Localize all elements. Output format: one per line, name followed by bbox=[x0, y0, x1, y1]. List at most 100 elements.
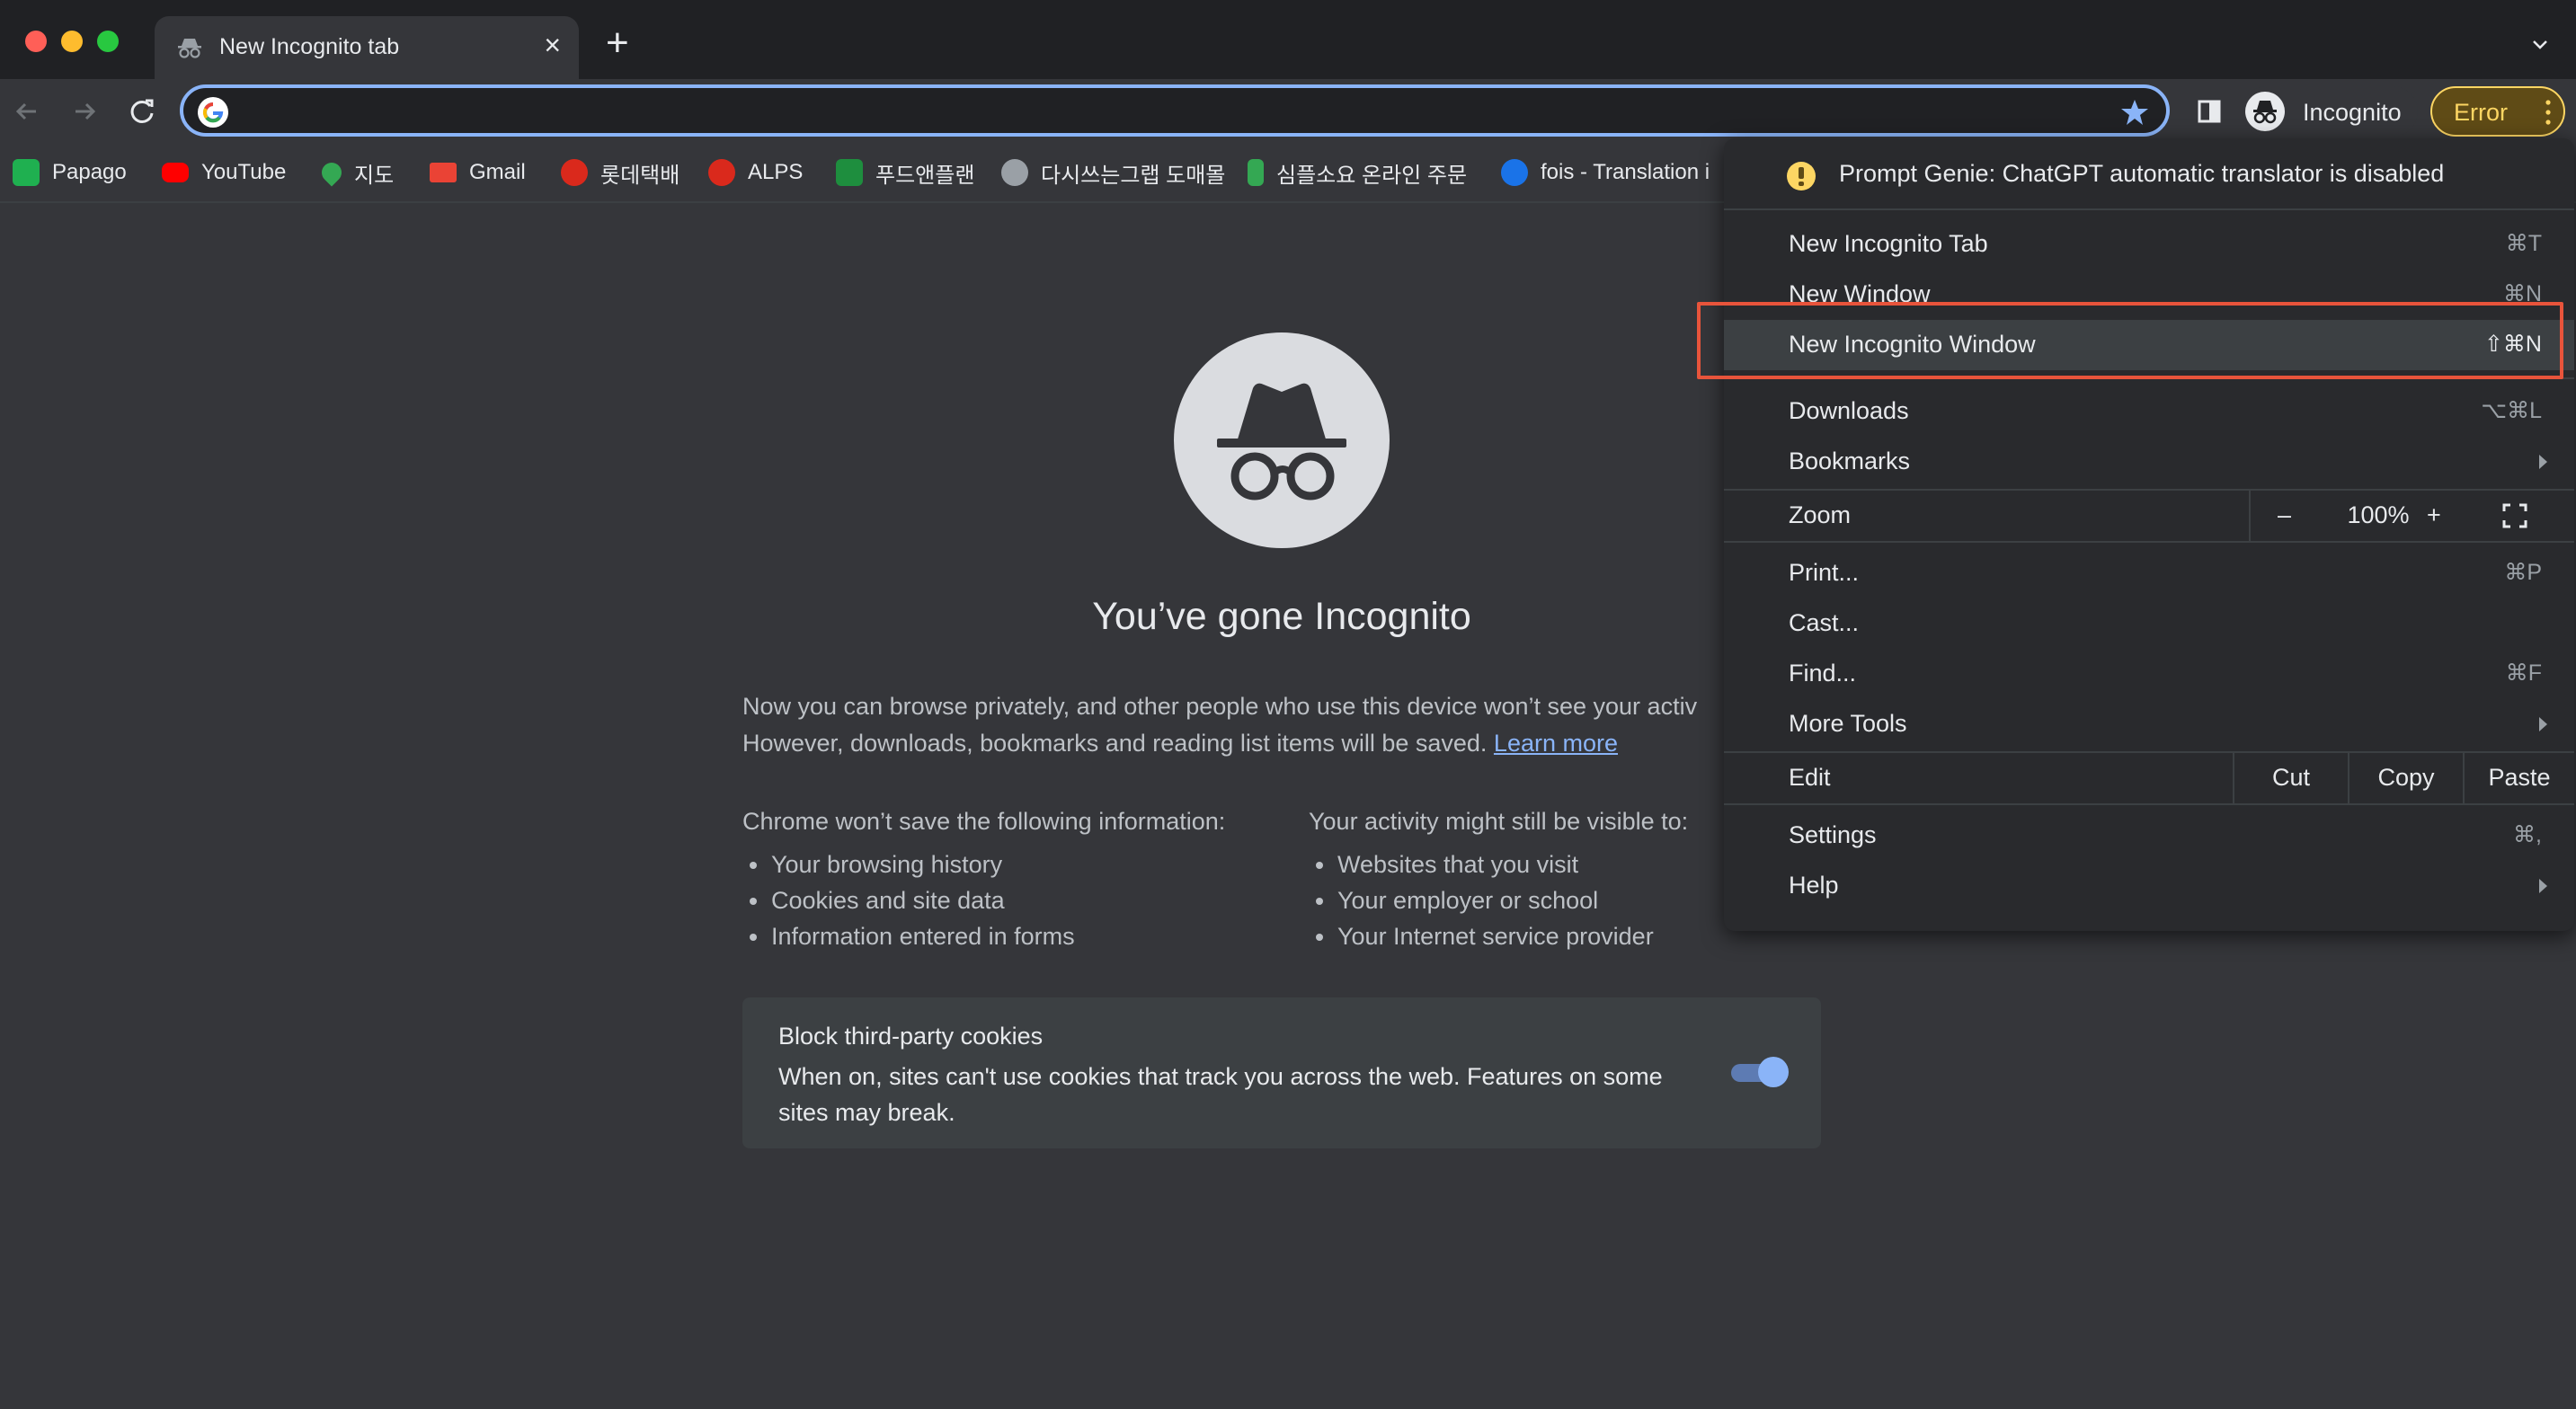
google-logo-icon bbox=[198, 97, 228, 128]
zoom-level: 100% bbox=[2347, 501, 2410, 528]
submenu-arrow-icon bbox=[2539, 455, 2547, 469]
still-visible-title: Your activity might still be visible to: bbox=[1309, 808, 1689, 835]
menu-item-shortcut: ⌥⌘L bbox=[2481, 398, 2542, 423]
side-panel-icon[interactable] bbox=[2197, 99, 2222, 124]
cut-button[interactable]: Cut bbox=[2233, 753, 2348, 803]
chevron-down-icon[interactable] bbox=[2531, 36, 2549, 54]
menu-item-label: Help bbox=[1789, 872, 1839, 899]
menu-item-print[interactable]: Print... ⌘P bbox=[1724, 548, 2574, 598]
menu-item-label: Find... bbox=[1789, 660, 1857, 687]
bookmark-alps[interactable]: ALPS bbox=[708, 156, 803, 189]
incognito-profile-button[interactable]: Incognito bbox=[2242, 86, 2418, 137]
bookmark-youtube[interactable]: YouTube bbox=[162, 156, 286, 189]
menu-item-settings[interactable]: Settings ⌘, bbox=[1724, 811, 2574, 861]
bookmark-fois[interactable]: fois - Translation i bbox=[1501, 156, 1722, 189]
bookmark-label: 롯데택배 bbox=[600, 163, 680, 188]
list-item: Information entered in forms bbox=[742, 918, 1282, 954]
bookmark-star-icon[interactable] bbox=[2119, 97, 2150, 128]
bookmark-foodnplan[interactable]: 푸드앤플랜 bbox=[836, 156, 974, 189]
block-cookies-toggle[interactable] bbox=[1729, 1051, 1789, 1093]
menu-item-downloads[interactable]: Downloads ⌥⌘L bbox=[1724, 386, 2574, 437]
simple-icon bbox=[1248, 159, 1264, 186]
menu-item-find[interactable]: Find... ⌘F bbox=[1724, 649, 2574, 699]
bookmark-wholesale-mall[interactable]: 다시쓰는그랩 도매몰 bbox=[1001, 156, 1225, 189]
menu-item-shortcut: ⌘, bbox=[2513, 822, 2542, 847]
tab-close-icon[interactable]: × bbox=[544, 31, 561, 59]
submenu-arrow-icon bbox=[2539, 717, 2547, 731]
bookmark-simple-order[interactable]: 심플소요 온라인 주문 bbox=[1248, 156, 1467, 189]
incognito-icon bbox=[178, 39, 201, 58]
list-item: Cookies and site data bbox=[742, 882, 1282, 918]
bookmark-maps[interactable]: 지도 bbox=[317, 156, 394, 189]
back-arrow-icon[interactable] bbox=[9, 93, 45, 129]
warning-icon bbox=[1787, 162, 1816, 191]
error-label: Error bbox=[2454, 99, 2508, 126]
incognito-icon bbox=[1174, 332, 1390, 548]
extension-warning-label: Prompt Genie: ChatGPT automatic translat… bbox=[1839, 160, 2445, 187]
address-bar[interactable] bbox=[180, 84, 2170, 137]
error-menu-button[interactable]: Error bbox=[2430, 86, 2565, 137]
intro-text: Now you can browse privately, and other … bbox=[742, 688, 1731, 762]
menu-item-shortcut: ⇧⌘N bbox=[2483, 332, 2542, 357]
menu-item-cast[interactable]: Cast... bbox=[1724, 598, 2574, 649]
tab-new-incognito[interactable]: New Incognito tab × bbox=[155, 16, 579, 79]
tab-title: New Incognito tab bbox=[219, 34, 400, 59]
papago-icon bbox=[13, 159, 40, 186]
paste-button[interactable]: Paste bbox=[2463, 753, 2574, 803]
menu-item-edit: Edit Cut Copy Paste bbox=[1724, 753, 2574, 803]
menu-item-new-incognito-tab[interactable]: New Incognito Tab ⌘T bbox=[1724, 219, 2574, 270]
zoom-in-button[interactable]: + bbox=[2427, 501, 2441, 529]
bookmark-label: 다시쓰는그랩 도매몰 bbox=[1041, 163, 1226, 188]
window-zoom-button[interactable] bbox=[97, 31, 119, 52]
bookmark-label: Papago bbox=[52, 160, 127, 184]
forward-arrow-icon[interactable] bbox=[67, 93, 102, 129]
menu-item-help[interactable]: Help bbox=[1724, 861, 2574, 911]
not-saved-title: Chrome won’t save the following informat… bbox=[742, 808, 1226, 835]
bookmark-label: fois - Translation i bbox=[1541, 160, 1710, 184]
menu-item-new-window[interactable]: New Window ⌘N bbox=[1724, 270, 2574, 320]
menu-divider bbox=[1724, 208, 2574, 210]
foodnplan-icon bbox=[836, 159, 863, 186]
third-party-cookies-card: Block third-party cookies When on, sites… bbox=[742, 997, 1821, 1148]
bookmark-lotte[interactable]: 롯데택배 bbox=[561, 156, 680, 189]
fullscreen-icon[interactable] bbox=[2502, 503, 2527, 528]
intro-line: Now you can browse privately, and other … bbox=[742, 693, 1698, 720]
extension-warning-row[interactable]: Prompt Genie: ChatGPT automatic translat… bbox=[1724, 138, 2574, 208]
list-item: Your Internet service provider bbox=[1309, 918, 1758, 954]
menu-divider bbox=[1724, 541, 2574, 543]
list-item: Your employer or school bbox=[1309, 882, 1758, 918]
menu-item-label: Bookmarks bbox=[1789, 448, 1911, 474]
cookie-card-description: When on, sites can't use cookies that tr… bbox=[778, 1063, 1663, 1126]
menu-item-label: New Incognito Tab bbox=[1789, 230, 1988, 257]
bookmark-label: ALPS bbox=[748, 160, 804, 184]
new-tab-button[interactable]: + bbox=[606, 23, 629, 63]
menu-item-label: Cast... bbox=[1789, 609, 1860, 636]
page-title: You’ve gone Incognito bbox=[1092, 595, 1471, 638]
copy-label: Copy bbox=[2377, 764, 2435, 791]
menu-item-new-incognito-window[interactable]: New Incognito Window ⇧⌘N bbox=[1724, 320, 2574, 370]
menu-item-bookmarks[interactable]: Bookmarks bbox=[1724, 437, 2574, 487]
bookmark-gmail[interactable]: Gmail bbox=[430, 156, 526, 189]
menu-divider bbox=[1724, 803, 2574, 805]
bookmark-papago[interactable]: Papago bbox=[13, 156, 127, 189]
intro-line: However, downloads, bookmarks and readin… bbox=[742, 725, 1731, 762]
cut-label: Cut bbox=[2271, 764, 2311, 791]
learn-more-link[interactable]: Learn more bbox=[1494, 730, 1618, 757]
zoom-out-button[interactable]: – bbox=[2278, 501, 2291, 529]
globe-icon bbox=[1001, 159, 1028, 186]
window-close-button[interactable] bbox=[25, 31, 47, 52]
bookmark-label: YouTube bbox=[201, 160, 287, 184]
menu-divider bbox=[1724, 377, 2574, 379]
submenu-arrow-icon bbox=[2539, 879, 2547, 893]
menu-item-label: New Window bbox=[1789, 280, 1931, 307]
menu-item-shortcut: ⌘N bbox=[2502, 281, 2542, 306]
copy-button[interactable]: Copy bbox=[2348, 753, 2463, 803]
menu-item-shortcut: ⌘T bbox=[2505, 231, 2542, 256]
reload-icon[interactable] bbox=[124, 93, 160, 129]
menu-item-label: Print... bbox=[1789, 559, 1860, 586]
window-minimize-button[interactable] bbox=[61, 31, 83, 52]
menu-item-more-tools[interactable]: More Tools bbox=[1724, 699, 2574, 749]
cookie-card-title: Block third-party cookies bbox=[778, 1023, 1044, 1050]
toolbar: Incognito Error bbox=[0, 79, 2576, 144]
address-input[interactable] bbox=[241, 93, 2092, 128]
